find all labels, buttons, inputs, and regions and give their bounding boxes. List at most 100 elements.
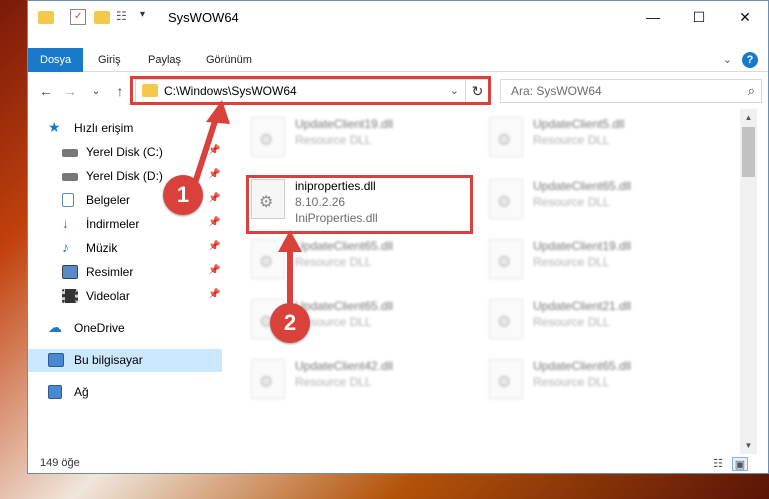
dll-file-icon: ⚙ [489,179,523,219]
file-type: Resource DLL [533,255,610,269]
dll-file-icon: ⚙ [489,117,523,157]
drive-icon [62,173,78,181]
star-icon: ★ [48,119,61,135]
explorer-window: ✓ ☷ ▾ SysWOW64 — ☐ ✕ Dosya Giriş Paylaş … [27,0,769,474]
drive-icon [62,149,78,157]
sidebar-item-local-disk-c[interactable]: Yerel Disk (C:) 📌 [28,141,222,164]
file-name: UpdateClient42.dll [295,359,394,373]
help-icon[interactable]: ? [742,52,758,68]
dll-file-icon: ⚙ [489,359,523,399]
vertical-scrollbar[interactable]: ▲ ▼ [740,109,757,454]
minimize-button[interactable]: — [630,1,676,33]
sidebar-item-this-pc[interactable]: Bu bilgisayar [28,349,222,372]
file-type: Resource DLL [295,255,372,269]
tiles-view-icon[interactable]: ▣ [732,457,748,471]
sidebar-item-videos[interactable]: Videolar 📌 [28,285,222,308]
file-name: UpdateClient65.dll [533,179,632,193]
list-item[interactable]: ⚙ UpdateClient21.dll Resource DLL [481,291,711,347]
tab-paylas[interactable]: Paylaş [136,48,193,72]
computer-icon [48,353,64,367]
sidebar-item-label: Müzik [86,241,118,255]
navigation-pane: ★ Hızlı erişim Yerel Disk (C:) 📌 Yerel D… [28,113,222,453]
scrollbar-thumb[interactable] [742,127,755,177]
sidebar-item-quick-access[interactable]: ★ Hızlı erişim [28,117,222,140]
sidebar-item-pictures[interactable]: Resimler 📌 [28,261,222,284]
list-item[interactable]: ⚙ UpdateClient19.dll Resource DLL [243,109,473,165]
sidebar-item-label: Hızlı erişim [74,121,134,135]
tab-giris[interactable]: Giriş [86,48,133,72]
view-menu-icon[interactable]: ☷ [116,9,132,25]
dll-file-icon: ⚙ [251,117,285,157]
status-bar: 149 öğe ☷ ▣ [28,453,768,473]
new-folder-icon[interactable] [94,11,110,24]
file-name: UpdateClient65.dll [295,239,394,253]
search-icon[interactable]: ⌕ [748,83,755,99]
step-marker-1: 1 [163,175,203,215]
list-item[interactable]: ⚙ UpdateClient42.dll Resource DLL [243,351,473,407]
cloud-icon: ☁ [48,319,62,335]
file-type: Resource DLL [533,315,610,329]
properties-icon[interactable]: ✓ [70,9,86,25]
file-type: Resource DLL [533,195,610,209]
file-list: ⚙ UpdateClient19.dll Resource DLL ⚙ Upda… [233,109,733,454]
sidebar-item-label: Yerel Disk (D:) [86,169,163,183]
pin-icon[interactable]: 📌 [208,217,220,228]
chevron-down-icon[interactable]: ⌄ [723,53,732,66]
download-icon: ↓ [62,215,69,231]
sidebar-item-music[interactable]: ♪ Müzik 📌 [28,237,222,260]
pictures-icon [62,265,78,279]
maximize-button[interactable]: ☐ [676,1,722,33]
music-icon: ♪ [62,239,69,255]
documents-icon [62,193,74,207]
sidebar-item-label: Bu bilgisayar [74,353,143,367]
file-name: UpdateClient21.dll [533,299,632,313]
file-type: Resource DLL [295,133,372,147]
sidebar-item-label: Ağ [74,385,89,399]
file-type: Resource DLL [295,375,372,389]
tab-gorunum[interactable]: Görünüm [194,48,264,72]
forward-button[interactable]: → [60,81,80,101]
folder-icon[interactable] [38,11,54,24]
list-item[interactable]: ⚙ UpdateClient65.dll Resource DLL [243,231,473,287]
list-item[interactable]: ⚙ UpdateClient65.dll Resource DLL [481,351,711,407]
file-name: UpdateClient65.dll [295,299,394,313]
file-type: Resource DLL [533,375,610,389]
dll-file-icon: ⚙ [489,299,523,339]
pin-icon[interactable]: 📌 [208,241,220,252]
pin-icon[interactable]: 📌 [208,265,220,276]
list-item[interactable]: ⚙ UpdateClient65.dll Resource DLL [481,171,711,227]
dll-file-icon: ⚙ [489,239,523,279]
file-highlight-box [246,175,473,234]
back-button[interactable]: ← [36,81,56,101]
address-highlight-box [130,76,491,105]
pin-icon[interactable]: 📌 [208,169,220,180]
tab-dosya[interactable]: Dosya [28,48,84,72]
window-title: SysWOW64 [168,10,239,25]
details-view-icon[interactable]: ☷ [710,457,726,471]
customize-dropdown-icon[interactable]: ▾ [140,9,156,25]
sidebar-item-label: OneDrive [74,321,125,335]
title-bar: ✓ ☷ ▾ SysWOW64 — ☐ ✕ [28,1,768,33]
search-input[interactable]: Ara: SysWOW64 ⌕ [500,79,762,103]
network-icon [48,385,62,399]
pin-icon[interactable]: 📌 [208,145,220,156]
sidebar-item-label: Yerel Disk (C:) [86,145,163,159]
dll-file-icon: ⚙ [251,359,285,399]
file-type: Resource DLL [533,133,610,147]
pin-icon[interactable]: 📌 [208,289,220,300]
sidebar-item-label: Resimler [86,265,134,279]
list-item[interactable]: ⚙ UpdateClient5.dll Resource DLL [481,109,711,165]
scroll-down-icon[interactable]: ▼ [740,437,757,454]
close-button[interactable]: ✕ [722,1,768,33]
videos-icon [62,289,78,303]
sidebar-item-network[interactable]: Ağ [28,381,222,404]
up-button[interactable]: ↑ [110,81,130,101]
file-name: UpdateClient65.dll [533,359,632,373]
sidebar-item-downloads[interactable]: ↓ İndirmeler 📌 [28,213,222,236]
recent-locations-button[interactable]: ⌄ [86,81,106,101]
list-item[interactable]: ⚙ UpdateClient19.dll Resource DLL [481,231,711,287]
pin-icon[interactable]: 📌 [208,193,220,204]
sidebar-item-onedrive[interactable]: ☁ OneDrive [28,317,222,340]
scroll-up-icon[interactable]: ▲ [740,109,757,126]
desktop-background [0,0,27,499]
